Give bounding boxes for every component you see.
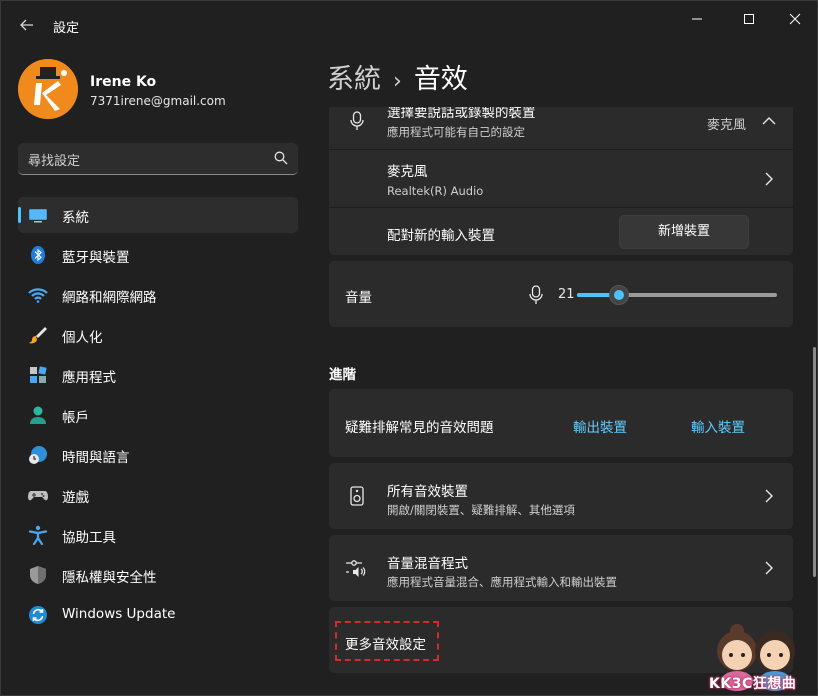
volume-mixer-icon: [346, 560, 366, 577]
sidebar-item-label: 帳戶: [62, 410, 89, 426]
microphone-row[interactable]: 麥克風 Realtek(R) Audio: [329, 149, 793, 207]
sidebar-item-personalization[interactable]: 個人化: [18, 317, 298, 353]
all-sound-devices-row[interactable]: 所有音效裝置 開啟/關閉裝置、疑難排解、其他選項: [329, 463, 793, 529]
input-device-title: 選擇要說話或錄製的裝置: [387, 107, 536, 121]
highlight-annotation: [335, 621, 439, 661]
close-icon: [789, 13, 801, 25]
person-icon: [30, 406, 46, 424]
all-sound-devices-title: 所有音效裝置: [387, 484, 468, 500]
user-name: Irene Ko: [90, 74, 157, 90]
breadcrumb: 系統 › 音效: [327, 57, 468, 96]
troubleshoot-row: 疑難排解常見的音效問題 輸出裝置 輸入裝置: [329, 389, 793, 457]
pair-new-input-title: 配對新的輸入裝置: [387, 228, 495, 244]
sidebar-item-system[interactable]: 系統: [18, 197, 298, 233]
sidebar-item-time-language[interactable]: 時間與語言: [18, 437, 298, 473]
settings-window: 設定 Irene Ko 7371irene@gmail.com 尋找設定 系統 …: [0, 0, 818, 696]
sidebar-item-label: 遊戲: [62, 490, 89, 506]
accessibility-icon: [28, 525, 48, 545]
minimize-button[interactable]: [677, 7, 717, 31]
sidebar-item-label: 應用程式: [62, 370, 116, 386]
microphone-icon: [350, 111, 364, 130]
volume-mixer-subtitle: 應用程式音量混合、應用程式輸入和輸出裝置: [387, 575, 617, 589]
update-icon: [29, 606, 47, 624]
sidebar-item-label: 個人化: [62, 330, 103, 346]
volume-title: 音量: [345, 290, 372, 306]
volume-mixer-row[interactable]: 音量混音程式 應用程式音量混合、應用程式輸入和輸出裝置: [329, 535, 793, 601]
sidebar-item-windows-update[interactable]: Windows Update: [18, 597, 298, 633]
sidebar-item-label: Windows Update: [62, 606, 176, 622]
chevron-right-icon: [765, 172, 773, 186]
troubleshoot-output-link[interactable]: 輸出裝置: [573, 416, 627, 436]
back-arrow-icon: [20, 19, 33, 31]
user-email: 7371irene@gmail.com: [90, 94, 226, 108]
sidebar-item-accounts[interactable]: 帳戶: [18, 397, 298, 433]
search-icon[interactable]: [274, 151, 288, 165]
sidebar-item-bluetooth[interactable]: 藍牙與裝置: [18, 237, 298, 273]
all-sound-devices-subtitle: 開啟/關閉裝置、疑難排解、其他選項: [387, 503, 575, 517]
sidebar-item-accessibility[interactable]: 協助工具: [18, 517, 298, 553]
sidebar-item-label: 時間與語言: [62, 450, 130, 466]
microphone-subtitle: Realtek(R) Audio: [387, 184, 484, 198]
search-input[interactable]: 尋找設定: [28, 150, 80, 169]
maximize-icon: [744, 14, 754, 24]
troubleshoot-input-link[interactable]: 輸入裝置: [691, 416, 745, 436]
gamepad-icon: [28, 491, 48, 501]
sidebar-item-privacy[interactable]: 隱私權與安全性: [18, 557, 298, 593]
minimize-icon: [692, 18, 702, 20]
sidebar-item-network[interactable]: 網路和網際網路: [18, 277, 298, 313]
bluetooth-icon: [31, 246, 45, 264]
paintbrush-icon: [29, 327, 47, 344]
microphone-title: 麥克風: [387, 164, 428, 180]
page-title: 音效: [413, 64, 468, 95]
title-bar: 設定: [1, 1, 817, 49]
close-button[interactable]: [775, 7, 815, 31]
breadcrumb-parent[interactable]: 系統: [327, 64, 381, 95]
sidebar-item-label: 藍牙與裝置: [62, 250, 130, 266]
content-pane: 選擇要說話或錄製的裝置 應用程式可能有自己的設定 麥克風 麥克風 Realtek…: [329, 107, 793, 696]
back-button[interactable]: [15, 13, 39, 37]
volume-mixer-title: 音量混音程式: [387, 556, 468, 572]
sidebar-item-label: 協助工具: [62, 530, 116, 546]
monitor-icon: [29, 209, 47, 223]
advanced-heading: 進階: [329, 367, 356, 383]
volume-value: 21: [558, 287, 575, 302]
wifi-icon: [28, 288, 48, 303]
sidebar-item-label: 系統: [62, 210, 89, 226]
maximize-button[interactable]: [729, 7, 769, 31]
selected-input-device: 麥克風: [707, 118, 747, 133]
speaker-icon: [350, 486, 364, 506]
chevron-right-icon: [765, 561, 773, 575]
sidebar-item-apps[interactable]: 應用程式: [18, 357, 298, 393]
input-device-expander[interactable]: 選擇要說話或錄製的裝置 應用程式可能有自己的設定 麥克風: [329, 107, 793, 149]
volume-slider-thumb[interactable]: [609, 285, 629, 305]
shield-icon: [30, 566, 46, 584]
active-indicator: [18, 207, 21, 223]
app-title: 設定: [53, 21, 80, 36]
globe-clock-icon: [29, 446, 47, 464]
sidebar-item-label: 網路和網際網路: [62, 290, 157, 306]
sidebar-item-label: 隱私權與安全性: [62, 570, 157, 586]
watermark-text: KK3C狂想曲: [709, 676, 797, 692]
add-device-button[interactable]: 新增裝置: [619, 215, 749, 249]
input-device-subtitle: 應用程式可能有自己的設定: [387, 125, 525, 139]
avatar[interactable]: [18, 59, 78, 119]
avatar-image: [18, 59, 78, 119]
search-box[interactable]: 尋找設定: [18, 143, 298, 175]
chevron-up-icon[interactable]: [762, 116, 776, 126]
microphone-icon: [529, 285, 543, 304]
chevron-right-icon: [765, 489, 773, 503]
volume-row: 音量 21: [329, 261, 793, 327]
apps-icon: [30, 366, 47, 383]
sidebar-nav: 系統 藍牙與裝置 網路和網際網路 個人化 應用程式 帳戶 時間與語言 遊戲 協助…: [18, 197, 298, 637]
scrollbar[interactable]: [813, 347, 816, 577]
breadcrumb-separator: ›: [393, 69, 402, 94]
pair-new-input-row: 配對新的輸入裝置 新增裝置: [329, 207, 793, 255]
troubleshoot-title: 疑難排解常見的音效問題: [345, 420, 494, 436]
sidebar-item-gaming[interactable]: 遊戲: [18, 477, 298, 513]
